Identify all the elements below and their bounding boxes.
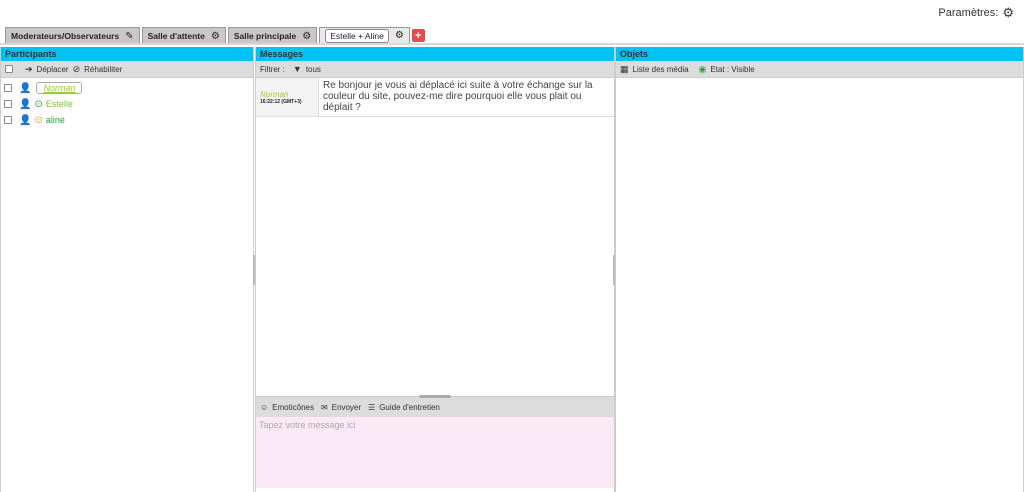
objects-toolbar: ▦ Liste des média ◉ Etat : Visible <box>616 61 1023 78</box>
visibility-state[interactable]: Etat : Visible <box>710 65 754 74</box>
move-button[interactable]: Déplacer <box>37 65 69 74</box>
tab-label: Salle d'attente <box>147 31 205 41</box>
smile-icon: ☺ <box>260 402 269 412</box>
resize-handle[interactable] <box>419 395 451 398</box>
online-status-icon: ⊙ <box>34 98 43 110</box>
participant-name[interactable]: Norman <box>36 82 83 94</box>
away-status-icon: ⊙ <box>34 114 43 126</box>
top-bar: Paramètres: ⚙ <box>0 0 1024 26</box>
participants-toolbar: ➔ Déplacer ⊘ Réhabiliter <box>1 61 253 78</box>
ban-icon: ⊘ <box>72 63 81 74</box>
participants-list: 👤 Norman 👤 ⊙ Estelle 👤 ⊙ aline <box>1 78 253 130</box>
rehabilitate-button[interactable]: Réhabiliter <box>84 65 122 74</box>
tab-salle-principale[interactable]: Salle principale ⚙ <box>227 27 318 44</box>
envelope-icon: ✉ <box>320 402 328 412</box>
message-input[interactable] <box>256 417 614 488</box>
params-menu[interactable]: Paramètres: ⚙ <box>938 5 1014 21</box>
params-label: Paramètres: <box>938 7 999 19</box>
message-list: Norman 16:22:12 (GMT+3) Re bonjour je vo… <box>256 78 614 398</box>
tab-label: Salle principale <box>233 31 297 41</box>
participants-title: Participants <box>1 47 253 61</box>
participants-panel: Participants ➔ Déplacer ⊘ Réhabiliter 👤 … <box>0 47 254 492</box>
filter-icon[interactable]: ▼ <box>293 64 302 74</box>
message-text: Re bonjour je vous ai déplacé ici suite … <box>323 80 593 113</box>
guide-button[interactable]: Guide d'entretien <box>379 403 440 412</box>
user-female-icon: 👤 <box>19 114 32 126</box>
participant-checkbox[interactable] <box>4 84 12 92</box>
objects-panel: Objets ▦ Liste des média ◉ Etat : Visibl… <box>615 47 1024 492</box>
participant-row[interactable]: 👤 ⊙ Estelle <box>1 96 253 112</box>
list-icon: ☰ <box>368 402 376 412</box>
participant-name[interactable]: Estelle <box>46 99 73 109</box>
participant-row[interactable]: 👤 Norman <box>1 80 253 96</box>
input-toolbar: ☺ Emoticônes ✉ Envoyer ☰ Guide d'entreti… <box>256 397 614 417</box>
pencil-icon[interactable]: ✎ <box>125 31 133 42</box>
select-all-checkbox[interactable] <box>5 65 13 73</box>
participant-checkbox[interactable] <box>4 100 12 108</box>
messages-title: Messages <box>256 47 614 61</box>
participant-row[interactable]: 👤 ⊙ aline <box>1 112 253 128</box>
participant-checkbox[interactable] <box>4 116 12 124</box>
filter-label: Filtrer : <box>260 64 285 74</box>
user-icon: 👤 <box>19 98 32 110</box>
filter-value[interactable]: tous <box>306 65 321 74</box>
tab-estelle-aline[interactable]: Estelle + Aline ⚙ <box>319 27 410 44</box>
message-row: Norman 16:22:12 (GMT+3) Re bonjour je vo… <box>256 78 614 117</box>
user-icon: 👤 <box>19 82 32 94</box>
messages-panel: Messages Filtrer : ▼ tous Norman 16:22:1… <box>255 47 615 492</box>
send-button[interactable]: Envoyer <box>332 403 361 412</box>
emoticons-button[interactable]: Emoticônes <box>272 403 314 412</box>
gear-icon[interactable]: ⚙ <box>395 30 404 41</box>
arrow-right-circle-icon: ➔ <box>25 63 33 74</box>
objects-title: Objets <box>616 47 1023 61</box>
media-list-button[interactable]: Liste des média <box>633 65 689 74</box>
add-tab-button[interactable]: + <box>411 29 425 42</box>
film-icon: ▦ <box>620 63 629 74</box>
room-tabs: Moderateurs/Observateurs ✎ Salle d'atten… <box>5 27 425 44</box>
messages-toolbar: Filtrer : ▼ tous <box>256 61 614 78</box>
message-time: 16:22:12 (GMT+3) <box>260 99 302 105</box>
message-meta: Norman 16:22:12 (GMT+3) <box>256 78 319 116</box>
participant-name[interactable]: aline <box>46 115 65 125</box>
gear-icon[interactable]: ⚙ <box>211 31 220 42</box>
eye-icon: ◉ <box>698 63 707 74</box>
tab-label: Moderateurs/Observateurs <box>11 31 120 41</box>
message-author: Norman <box>260 90 289 99</box>
tab-moderateurs[interactable]: Moderateurs/Observateurs ✎ <box>5 27 140 44</box>
gears-icon[interactable]: ⚙ <box>1002 5 1014 21</box>
tab-salle-attente[interactable]: Salle d'attente ⚙ <box>141 27 226 44</box>
tab-label: Estelle + Aline <box>325 28 389 43</box>
gear-icon[interactable]: ⚙ <box>302 31 311 42</box>
tab-divider <box>0 43 1024 45</box>
